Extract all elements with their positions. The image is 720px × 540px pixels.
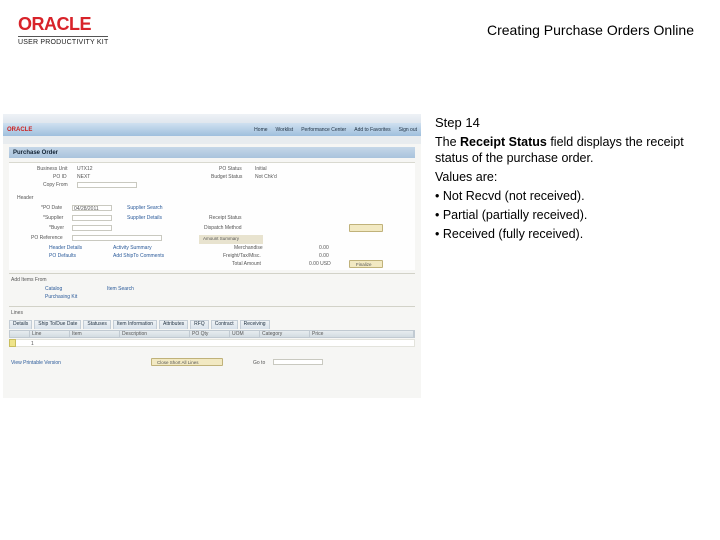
shot-lbl-finalize: Finalize bbox=[356, 262, 372, 267]
shot-col-item: Item bbox=[70, 331, 120, 337]
shot-lbl-header-expand: Header bbox=[17, 195, 33, 201]
shot-tab-receiving: Receiving bbox=[240, 320, 270, 329]
shot-lbl-total-amount: Total Amount bbox=[232, 261, 261, 267]
shot-val-po-status: Initial bbox=[255, 166, 267, 172]
instr-line1-pre: The bbox=[435, 135, 460, 149]
shot-lbl-amount-summary: Amount Summary bbox=[203, 236, 239, 241]
shot-tab-rfq: RFQ bbox=[190, 320, 209, 329]
shot-lbl-close-short: Close Short All Lines bbox=[157, 360, 199, 365]
document-title: Creating Purchase Orders Online bbox=[487, 14, 694, 38]
shot-link-activity-summary: Activity Summary bbox=[113, 245, 152, 251]
shot-lbl-dispatch-method: Dispatch Method bbox=[204, 225, 242, 231]
instruction-panel: Step 14 The Receipt Status field display… bbox=[421, 114, 711, 245]
shot-link-catalog: Catalog bbox=[45, 286, 62, 292]
shot-nav-home: Home bbox=[254, 127, 267, 133]
shot-nav-perf: Performance Center bbox=[301, 127, 346, 133]
shot-nav-fav: Add to Favorites bbox=[354, 127, 390, 133]
shot-tab-details: Details bbox=[9, 320, 32, 329]
instruction-bullet-3: • Received (fully received). bbox=[435, 226, 687, 243]
oracle-logo-subtext: USER PRODUCTIVITY KIT bbox=[18, 36, 108, 46]
shot-val-business-unit: UTX12 bbox=[77, 166, 93, 172]
shot-val-po-date: 04/28/2011 bbox=[74, 206, 99, 212]
shot-col-desc: Description bbox=[120, 331, 190, 337]
oracle-logo-text: ORACLE bbox=[18, 14, 108, 35]
shot-link-view-printable: View Printable Version bbox=[11, 360, 61, 366]
shot-navbar: ORACLE Home Worklist Performance Center … bbox=[3, 123, 421, 136]
shot-lbl-merchandise: Merchandise bbox=[234, 245, 263, 251]
shot-lbl-receipt-status: Receipt Status bbox=[209, 215, 242, 221]
shot-col-cat: Category bbox=[260, 331, 310, 337]
page-header: ORACLE USER PRODUCTIVITY KIT Creating Pu… bbox=[0, 0, 720, 52]
shot-lbl-business-unit: Business Unit bbox=[37, 166, 68, 172]
shot-tab-contract: Contract bbox=[211, 320, 238, 329]
shot-lbl-lines: Lines bbox=[11, 310, 23, 316]
shot-link-po-defaults: PO Defaults bbox=[49, 253, 76, 259]
shot-val-po-id: NEXT bbox=[77, 174, 90, 180]
shot-val-merchandise: 0.00 bbox=[319, 245, 329, 251]
shot-row-highlight-icon bbox=[9, 339, 16, 347]
shot-val-total: 0.00 USD bbox=[309, 261, 331, 267]
shot-lbl-po-id: PO ID bbox=[53, 174, 67, 180]
shot-col-qty: PO Qty bbox=[190, 331, 230, 337]
shot-tab-statuses: Statuses bbox=[83, 320, 110, 329]
shot-lbl-supplier: *Supplier bbox=[43, 215, 63, 221]
shot-tab-attributes: Attributes bbox=[159, 320, 188, 329]
shot-lbl-goto: Go to bbox=[253, 360, 265, 366]
shot-grid-header: Line Item Description PO Qty UOM Categor… bbox=[9, 330, 415, 338]
shot-nav-signout: Sign out bbox=[399, 127, 417, 133]
shot-lbl-buyer: *Buyer bbox=[49, 225, 64, 231]
step-heading: Step 14 bbox=[435, 114, 687, 132]
shot-link-supplier-details: Supplier Details bbox=[127, 215, 162, 221]
shot-row-line-num: 1 bbox=[31, 341, 34, 347]
shot-tab-iteminfo: Item Information bbox=[113, 320, 157, 329]
shot-lbl-po-status: PO Status bbox=[219, 166, 242, 172]
shot-col-line: Line bbox=[30, 331, 70, 337]
shot-tab-shipto: Ship To/Due Date bbox=[34, 320, 81, 329]
shot-lbl-po-reference: PO Reference bbox=[31, 235, 63, 241]
app-screenshot-thumbnail: ORACLE Home Worklist Performance Center … bbox=[3, 114, 421, 398]
shot-oracle-logo: ORACLE bbox=[7, 127, 32, 133]
content-row: ORACLE Home Worklist Performance Center … bbox=[0, 114, 720, 398]
shot-lbl-copy-from: Copy From bbox=[43, 182, 68, 188]
shot-nav-worklist: Worklist bbox=[276, 127, 294, 133]
instruction-bullet-1: • Not Recvd (not received). bbox=[435, 188, 687, 205]
shot-grid-row bbox=[9, 339, 415, 347]
instruction-line-2: Values are: bbox=[435, 169, 687, 186]
shot-lbl-po-date: *PO Date bbox=[41, 205, 62, 211]
instruction-line-1: The Receipt Status field displays the re… bbox=[435, 134, 687, 168]
shot-val-freight: 0.00 bbox=[319, 253, 329, 259]
shot-val-budget-status: Not Chk'd bbox=[255, 174, 277, 180]
shot-link-supplier-search: Supplier Search bbox=[127, 205, 163, 211]
shot-link-purchasing-kit: Purchasing Kit bbox=[45, 294, 77, 300]
instr-line1-bold: Receipt Status bbox=[460, 135, 547, 149]
shot-section-title: Purchase Order bbox=[9, 147, 415, 158]
shot-col-price: Price bbox=[310, 331, 414, 337]
oracle-upk-logo: ORACLE USER PRODUCTIVITY KIT bbox=[18, 14, 108, 46]
shot-lbl-budget-status: Budget Status bbox=[211, 174, 242, 180]
instruction-bullet-2: • Partial (partially received). bbox=[435, 207, 687, 224]
shot-lines-tabs: Details Ship To/Due Date Statuses Item I… bbox=[9, 320, 415, 329]
shot-col-uom: UOM bbox=[230, 331, 260, 337]
shot-lbl-add-items-from: Add Items From bbox=[11, 277, 47, 283]
shot-link-add-shipto: Add ShipTo Comments bbox=[113, 253, 164, 259]
shot-btn-dispatch bbox=[349, 224, 383, 232]
shot-link-item-search: Item Search bbox=[107, 286, 134, 292]
shot-lbl-freight: Freight/Tax/Misc. bbox=[223, 253, 261, 259]
shot-link-header-details: Header Details bbox=[49, 245, 82, 251]
